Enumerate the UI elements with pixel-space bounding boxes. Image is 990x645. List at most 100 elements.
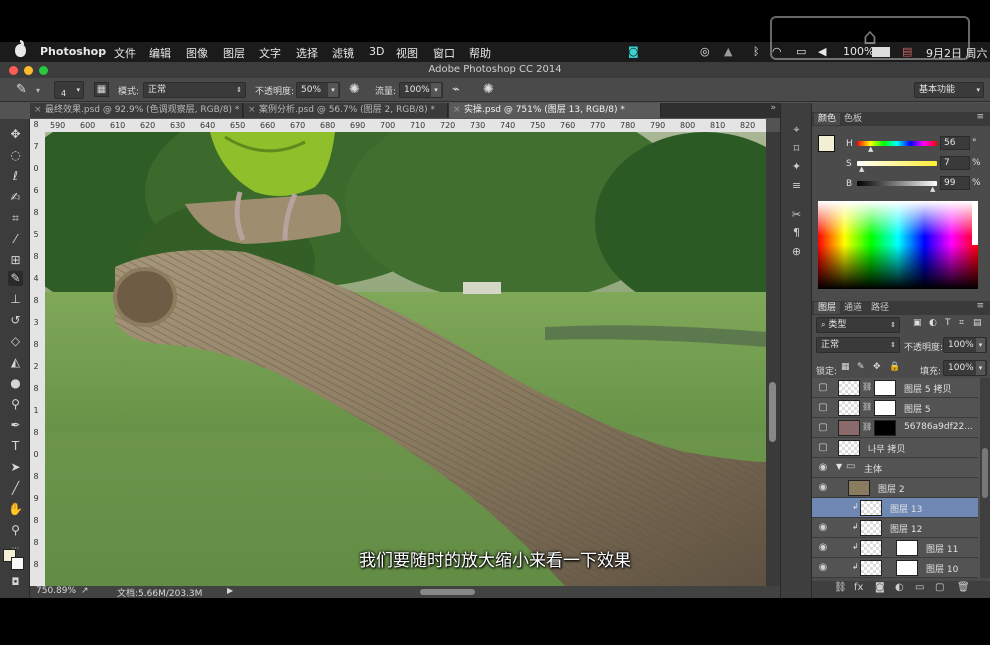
layer-filter-select[interactable]: ⌕ 类型 ⇕ — [816, 317, 900, 333]
menu-3d[interactable]: 3D — [369, 45, 384, 58]
menu-layer[interactable]: 图层 — [223, 45, 245, 61]
layer-row[interactable]: ↲ 图层 11 — [834, 538, 978, 558]
eye-icon[interactable]: ◉ — [812, 518, 834, 538]
color-fg-swatch[interactable] — [818, 135, 835, 152]
creative-cloud-icon[interactable]: ◎ — [700, 45, 710, 58]
visibility-toggle[interactable]: ▢ — [812, 438, 834, 458]
type-tool-icon[interactable]: T — [8, 439, 23, 454]
saturation-field[interactable]: 7 — [940, 156, 970, 170]
document-canvas[interactable] — [45, 132, 766, 586]
horizontal-scroll-thumb[interactable] — [420, 589, 475, 595]
filter-adjust-icon[interactable]: ◐ — [929, 318, 937, 328]
spectrum-white-swatch[interactable] — [972, 201, 978, 245]
layer-row[interactable]: ⛓ 56786a9df22... — [834, 418, 978, 438]
menu-image[interactable]: 图像 — [186, 45, 208, 61]
zoom-readout[interactable]: 750.89% — [36, 586, 76, 596]
tab-swatches[interactable]: 色板 — [840, 113, 866, 125]
history-brush-tool-icon[interactable]: ↺ — [8, 313, 23, 328]
layer-row[interactable]: ↲ 图层 10 — [834, 558, 978, 578]
history-panel-icon[interactable]: ⌖ — [789, 123, 804, 137]
hue-field[interactable]: 56 — [940, 136, 970, 150]
layers-scrollbar[interactable] — [980, 378, 990, 578]
lock-all-icon[interactable]: 🔒 — [889, 362, 900, 372]
properties-panel-icon[interactable]: ⌑ — [789, 142, 804, 156]
camera-icon[interactable]: ◙ — [628, 45, 639, 58]
minimize-window-button[interactable] — [24, 66, 33, 75]
pressure-size-icon[interactable]: ✺ — [483, 82, 494, 97]
opacity-field[interactable]: 50% ▾ — [296, 82, 340, 98]
tool-status-icon[interactable]: ▲ — [724, 45, 732, 58]
adjustment-layer-icon[interactable]: ◐ — [895, 582, 904, 593]
chevron-down-icon[interactable]: ▼ — [836, 462, 842, 471]
brush-presets-icon[interactable]: ✦ — [789, 160, 804, 174]
bluetooth-icon[interactable]: ᛒ — [753, 45, 760, 58]
mode-select[interactable]: 正常 ⇕ — [143, 82, 246, 98]
tab-case-analysis[interactable]: × 案例分析.psd @ 56.7% (图层 2, RGB/8) * — [244, 103, 448, 118]
filter-smart-icon[interactable]: ▤ — [973, 318, 982, 328]
add-mask-icon[interactable]: ◙ — [875, 582, 885, 593]
dodge-tool-icon[interactable]: ⚲ — [8, 397, 23, 412]
status-menu-icon[interactable]: ▶ — [227, 586, 233, 595]
layer-group-row[interactable]: ▼ ▭ 主体 — [834, 458, 978, 478]
share-icon[interactable]: ↗ — [81, 586, 89, 596]
menu-window[interactable]: 窗口 — [433, 45, 455, 61]
flow-field[interactable]: 100% ▾ — [399, 82, 443, 98]
chevron-down-icon[interactable]: ▾ — [976, 361, 985, 375]
hand-tool-icon[interactable]: ✋ — [8, 502, 23, 517]
tab-paths[interactable]: 路径 — [867, 302, 893, 314]
color-spectrum[interactable] — [818, 201, 978, 289]
link-layers-icon[interactable]: ⛓ — [834, 582, 847, 593]
close-icon[interactable]: × — [248, 103, 256, 118]
canvas-vertical-scrollbar[interactable] — [766, 132, 780, 586]
filter-type-icon[interactable]: T — [945, 318, 951, 328]
menu-help[interactable]: 帮助 — [469, 45, 491, 61]
brush-tool-icon[interactable]: ✎ — [8, 271, 23, 286]
quick-select-tool-icon[interactable]: ✍ — [8, 190, 23, 205]
pen-tool-icon[interactable]: ✒ — [8, 418, 23, 433]
tabs-overflow-icon[interactable]: » — [770, 103, 776, 113]
layer-row[interactable]: 图层 2 — [834, 478, 978, 498]
layer-row[interactable]: ⛓ 图层 5 拷贝 — [834, 378, 978, 398]
healing-brush-tool-icon[interactable]: ⊞ — [8, 253, 23, 268]
eraser-tool-icon[interactable]: ◇ — [8, 334, 23, 349]
chevron-down-icon[interactable]: ▾ — [976, 338, 985, 352]
layer-row-selected[interactable]: ↲ 图层 13 — [834, 498, 978, 518]
tab-practice[interactable]: × 实操.psd @ 751% (图层 13, RGB/8) * — [449, 103, 661, 118]
menu-file[interactable]: 文件 — [114, 45, 136, 61]
fill-field[interactable]: 100% ▾ — [943, 360, 987, 376]
menu-filter[interactable]: 滤镜 — [332, 45, 354, 61]
saturation-slider[interactable] — [857, 161, 937, 166]
visibility-toggle[interactable]: ▢ — [812, 378, 834, 398]
blur-tool-icon[interactable]: ● — [8, 376, 23, 391]
crop-tool-icon[interactable]: ⌗ — [8, 211, 23, 226]
visibility-toggle[interactable]: ▢ — [812, 418, 834, 438]
tab-color[interactable]: 颜色 — [814, 113, 841, 125]
close-window-button[interactable] — [9, 66, 18, 75]
tab-final-effect[interactable]: × 最终效果.psd @ 92.9% (色调观察层, RGB/8) * — [30, 103, 243, 118]
paragraph-panel-icon[interactable]: ¶ — [789, 226, 804, 240]
brightness-slider[interactable] — [857, 181, 937, 186]
brightness-slider-thumb[interactable]: ▲ — [930, 185, 935, 193]
brush-tool-icon[interactable]: ✎ — [16, 82, 27, 97]
move-tool-icon[interactable]: ✥ — [8, 127, 23, 142]
paint-bucket-tool-icon[interactable]: ◭ — [8, 355, 23, 370]
panel-menu-icon[interactable]: ≡ — [976, 301, 984, 311]
workspace-select[interactable]: 基本功能 ▾ — [914, 82, 984, 98]
eye-icon[interactable]: ◉ — [812, 458, 834, 478]
menu-select[interactable]: 选择 — [296, 45, 318, 61]
chevron-down-icon[interactable]: ▾ — [328, 83, 338, 97]
close-icon[interactable]: × — [34, 103, 42, 118]
layer-opacity-field[interactable]: 100% ▾ — [943, 337, 987, 353]
path-select-tool-icon[interactable]: ➤ — [8, 460, 23, 475]
menu-edit[interactable]: 编辑 — [149, 45, 171, 61]
fx-icon[interactable]: fx — [854, 582, 863, 593]
zoom-window-button[interactable] — [39, 66, 48, 75]
zoom-tool-icon[interactable]: ⚲ — [8, 523, 23, 538]
chevron-down-icon[interactable]: ▾ — [431, 83, 441, 97]
tool-presets-icon[interactable]: ✂ — [789, 208, 804, 222]
eyedropper-tool-icon[interactable]: ⁄ — [8, 232, 23, 247]
quick-mask-icon[interactable]: ◘ — [8, 575, 23, 590]
layer-blend-mode-select[interactable]: 正常 ⇕ — [816, 337, 900, 353]
layer-row[interactable]: 나무 拷贝 — [834, 438, 978, 458]
filter-pixel-icon[interactable]: ▣ — [913, 318, 922, 328]
